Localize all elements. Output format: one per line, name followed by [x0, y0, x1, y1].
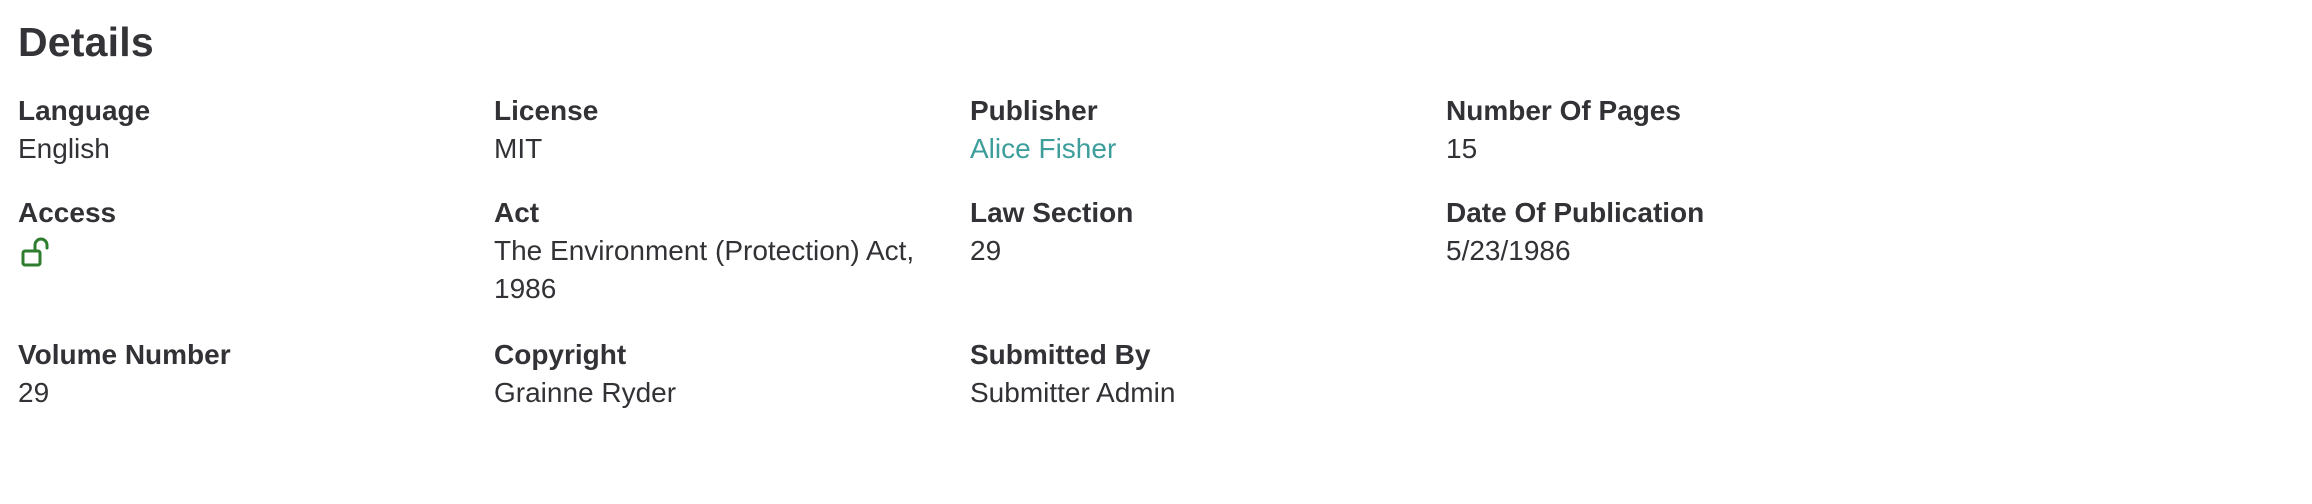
field-value: Grainne Ryder — [494, 377, 677, 408]
field-label: Copyright — [494, 339, 627, 370]
field-value: English — [18, 133, 110, 164]
details-grid: Language English License MIT Publisher A… — [18, 92, 1922, 436]
field-submitted-by: Submitted By Submitter Admin — [970, 336, 1446, 436]
field-copyright: Copyright Grainne Ryder — [494, 336, 970, 436]
field-value: MIT — [494, 133, 543, 164]
field-label: License — [494, 95, 599, 126]
field-label: Law Section — [970, 197, 1134, 228]
field-access: Access — [18, 194, 494, 336]
field-label: Volume Number — [18, 339, 231, 370]
field-law-section: Law Section 29 — [970, 194, 1446, 336]
unlocked-padlock-icon — [18, 234, 56, 272]
field-label: Language — [18, 95, 151, 126]
field-value: 29 — [18, 377, 50, 408]
field-act: Act The Environment (Protection) Act, 19… — [494, 194, 970, 336]
empty-cell — [1446, 336, 1922, 436]
field-label: Submitted By — [970, 339, 1151, 370]
field-label: Date Of Publication — [1446, 197, 1705, 228]
field-date-of-publication: Date Of Publication 5/23/1986 — [1446, 194, 1922, 336]
field-license: License MIT — [494, 92, 970, 194]
field-value: 29 — [970, 235, 1002, 266]
field-value: 15 — [1446, 133, 1478, 164]
field-value: Submitter Admin — [970, 377, 1176, 408]
field-label: Publisher — [970, 95, 1098, 126]
field-publisher: Publisher Alice Fisher — [970, 92, 1446, 194]
field-label: Act — [494, 197, 540, 228]
field-label: Number Of Pages — [1446, 95, 1681, 126]
field-label: Access — [18, 197, 117, 228]
field-language: Language English — [18, 92, 494, 194]
field-volume-number: Volume Number 29 — [18, 336, 494, 436]
publisher-link[interactable]: Alice Fisher — [970, 130, 1418, 168]
field-value: The Environment (Protection) Act, 1986 — [494, 235, 915, 304]
field-number-of-pages: Number Of Pages 15 — [1446, 92, 1922, 194]
page-title: Details — [18, 19, 154, 65]
field-value: 5/23/1986 — [1446, 235, 1571, 266]
